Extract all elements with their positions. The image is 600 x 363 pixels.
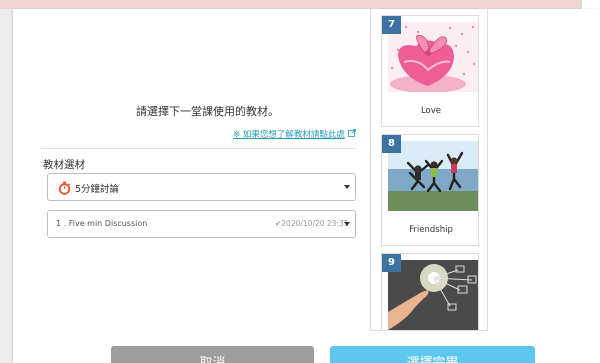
lesson-select[interactable]: 1 . Five min Discussion ✔2020/10/20 23:3… bbox=[47, 210, 356, 238]
material-category-value: 5分鐘討論 bbox=[75, 184, 120, 195]
chevron-down-icon bbox=[344, 185, 350, 189]
material-info-link-label[interactable]: ※ 如果您想了解教材請點此處 bbox=[233, 130, 345, 140]
timer-icon bbox=[58, 180, 71, 195]
love-gift-box-image bbox=[388, 22, 478, 92]
chevron-down-icon bbox=[344, 222, 350, 226]
instruction-text: 請選擇下一堂課使用的教材。 bbox=[136, 105, 279, 118]
cancel-button[interactable]: 取消 bbox=[111, 346, 314, 363]
background-strip bbox=[0, 0, 600, 9]
card-title: Friendship bbox=[409, 225, 453, 235]
friendship-jumping-image bbox=[388, 141, 478, 211]
material-card-list[interactable]: 7 Love 8 Friendship 9 bbox=[370, 9, 488, 331]
material-category-select[interactable]: 5分鐘討論 bbox=[47, 173, 356, 201]
external-link-icon bbox=[347, 129, 356, 140]
material-info-link[interactable]: ※ 如果您想了解教材請點此處 bbox=[233, 128, 356, 140]
lesson-value: 1 . Five min Discussion bbox=[56, 219, 148, 228]
material-card-love[interactable]: 7 Love bbox=[381, 15, 479, 127]
card-number-badge: 7 bbox=[382, 16, 401, 34]
technology-touch-image bbox=[388, 260, 478, 330]
material-card-friendship[interactable]: 8 Friendship bbox=[381, 134, 479, 246]
card-number-badge: 9 bbox=[382, 254, 401, 272]
window-edge bbox=[581, 0, 600, 9]
card-number-badge: 8 bbox=[382, 135, 401, 153]
card-title: Love bbox=[420, 106, 442, 116]
lesson-completed-date: ✔2020/10/20 23:31 bbox=[275, 219, 349, 228]
material-section-label: 教材選材 bbox=[43, 159, 85, 171]
material-card-technology[interactable]: 9 bbox=[381, 253, 479, 330]
section-divider bbox=[41, 148, 357, 149]
confirm-selection-button[interactable]: 選擇完畢 bbox=[330, 346, 535, 363]
